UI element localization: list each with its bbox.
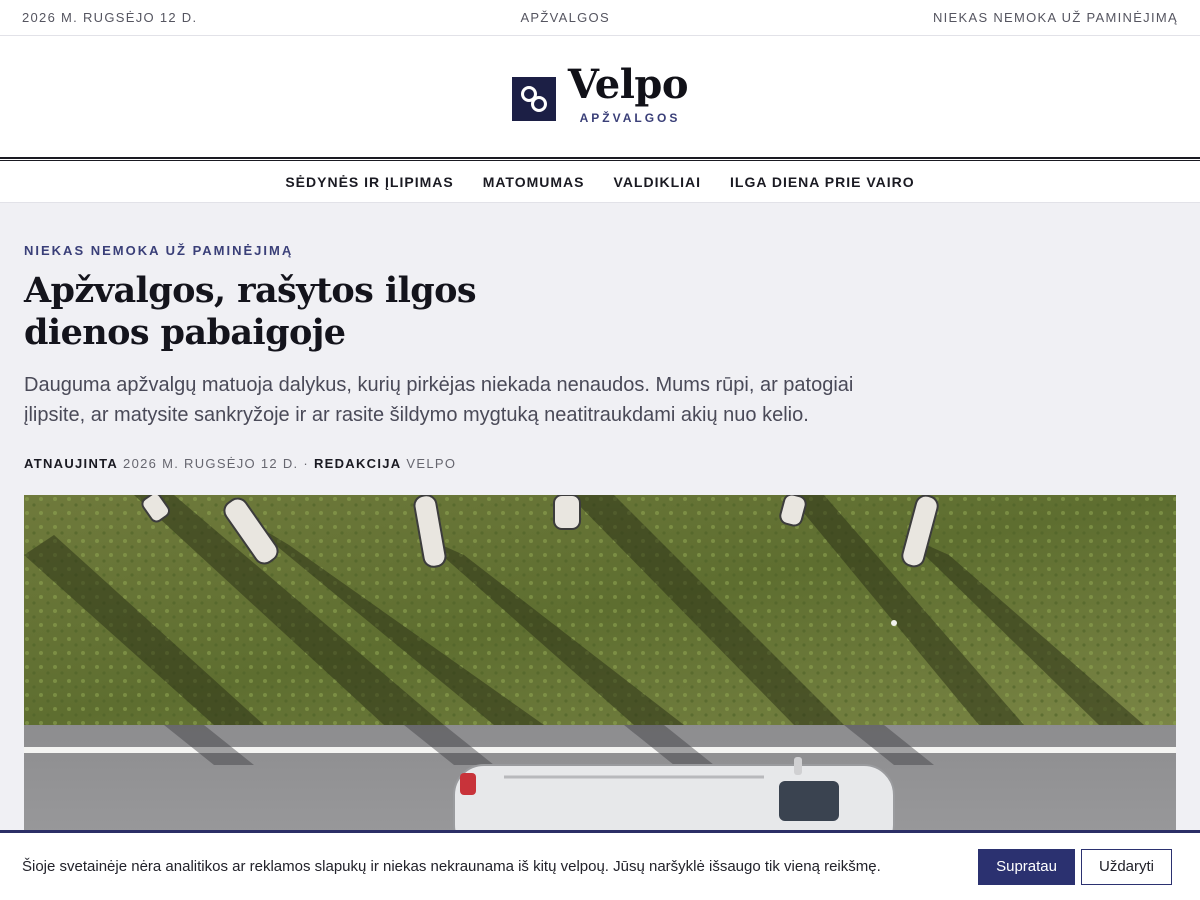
cookie-banner: Šioje svetainėje nėra analitikos ar rekl… xyxy=(0,830,1200,900)
article-meta: ATNAUJINTA 2026 M. RUGSĖJO 12 D. · REDAK… xyxy=(24,456,1176,471)
nav-item-seats-entry[interactable]: SĖDYNĖS IR ĮLIPIMAS xyxy=(285,174,453,190)
nav-item-controls[interactable]: VALDIKLIAI xyxy=(614,174,702,190)
page-title: Apžvalgos, rašytos ilgos dienos pabaigoj… xyxy=(24,270,477,353)
site-logo-link[interactable]: Velpo APŽVALGOS xyxy=(511,61,689,125)
updated-date: 2026 M. RUGSĖJO 12 D. xyxy=(123,456,299,471)
author-name: VELPO xyxy=(406,456,457,471)
nav-item-long-day-driving[interactable]: ILGA DIENA PRIE VAIRO xyxy=(730,174,915,190)
site-subtitle: APŽVALGOS xyxy=(579,111,681,125)
hero-image xyxy=(24,495,1176,855)
masthead: Velpo APŽVALGOS xyxy=(0,36,1200,157)
linked-circles-icon xyxy=(511,76,556,121)
tagline: NIEKAS NEMOKA UŽ PAMINĖJIMĄ xyxy=(932,10,1178,25)
accept-cookies-button[interactable]: Supratau xyxy=(978,848,1075,885)
cookie-message: Šioje svetainėje nėra analitikos ar rekl… xyxy=(22,858,881,875)
author-label: REDAKCIJA xyxy=(313,456,402,471)
site-name: Velpo xyxy=(567,61,689,108)
section-label[interactable]: APŽVALGOS xyxy=(520,10,609,25)
current-date: 2026 M. RUGSĖJO 12 D. xyxy=(22,10,198,25)
meta-separator: · xyxy=(303,456,310,471)
main-nav: SĖDYNĖS IR ĮLIPIMAS MATOMUMAS VALDIKLIAI… xyxy=(0,161,1200,203)
article: NIEKAS NEMOKA UŽ PAMINĖJIMĄ Apžvalgos, r… xyxy=(0,243,1200,855)
top-bar: 2026 M. RUGSĖJO 12 D. APŽVALGOS NIEKAS N… xyxy=(0,0,1200,36)
article-dek: Dauguma apžvalgų matuoja dalykus, kurių … xyxy=(24,374,854,426)
close-banner-button[interactable]: Uždaryti xyxy=(1080,848,1172,885)
nav-item-visibility[interactable]: MATOMUMAS xyxy=(483,174,585,190)
article-kicker: NIEKAS NEMOKA UŽ PAMINĖJIMĄ xyxy=(24,243,294,258)
updated-label: ATNAUJINTA xyxy=(24,456,119,471)
